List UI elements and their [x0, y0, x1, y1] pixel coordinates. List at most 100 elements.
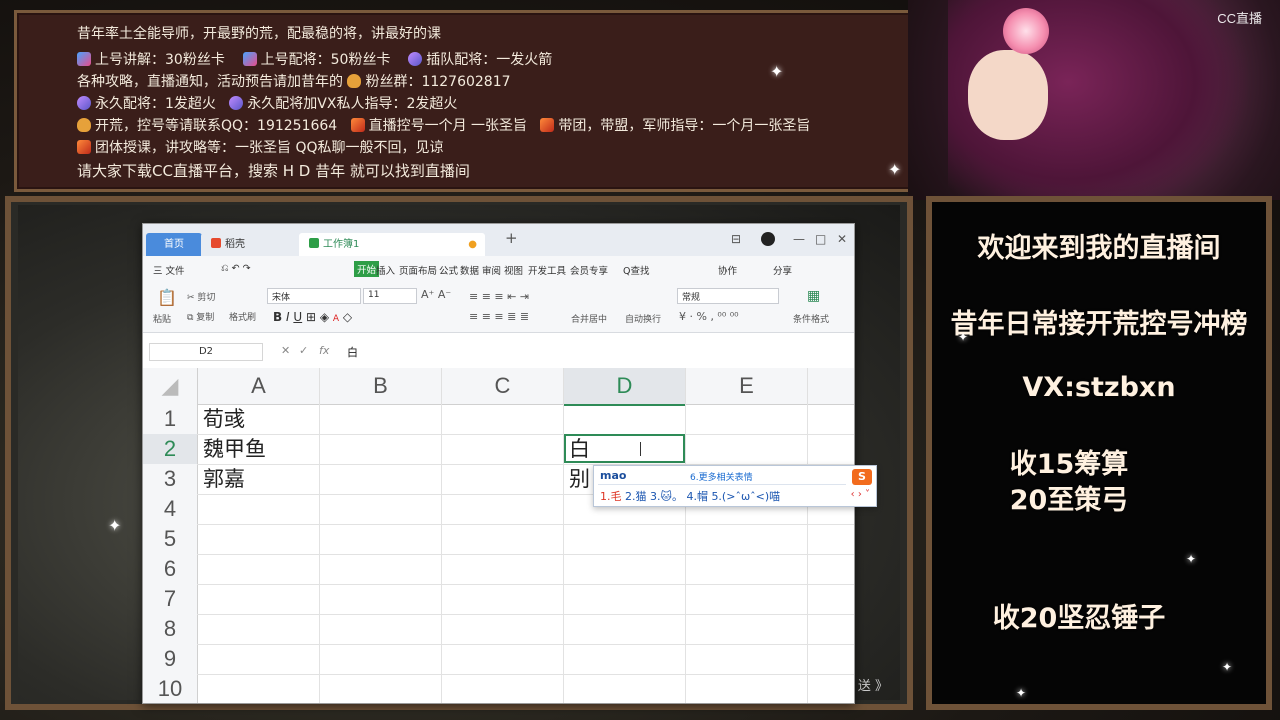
- fx-icon[interactable]: fx: [319, 344, 329, 357]
- font-size-select[interactable]: 11: [363, 288, 417, 304]
- wps-window: 首页 稻壳 工作簿1 ● + ⊟ — □ ✕ 三 文件 ⎌ ↶ ↷ 开始 插入 页…: [142, 223, 855, 704]
- banner-line: 开荒，控号等请联系QQ：191251664 直播控号一个月 一张圣旨 带团，带盟…: [77, 115, 810, 135]
- send-label: 送 》: [857, 679, 888, 694]
- menu-formula[interactable]: 公式: [439, 263, 458, 277]
- grid-line: [197, 584, 854, 585]
- share-button[interactable]: 分享: [773, 263, 792, 277]
- name-box[interactable]: D2: [149, 343, 263, 361]
- cell-A2[interactable]: 魏甲鱼: [203, 434, 266, 464]
- row-header[interactable]: 1: [143, 404, 198, 435]
- grid-line: [197, 644, 854, 645]
- row-header[interactable]: 3: [143, 464, 198, 495]
- select-all-corner[interactable]: ◢: [143, 368, 198, 405]
- sparkle-icon: ✦: [888, 160, 902, 179]
- confirm-icon[interactable]: ✓: [299, 344, 308, 357]
- collab-button[interactable]: 协作: [718, 263, 737, 277]
- grid-line: [197, 674, 854, 675]
- grid-line: [197, 554, 854, 555]
- font-family-select[interactable]: 宋体: [267, 288, 361, 304]
- divider: [598, 484, 846, 485]
- gourd-icon: [77, 118, 91, 132]
- character-face: [968, 50, 1048, 140]
- wrap-button[interactable]: 自动换行: [625, 312, 661, 325]
- menu-data[interactable]: 数据: [460, 263, 479, 277]
- title-bar: 首页 稻壳 工作簿1 ● + ⊟ — □ ✕: [143, 224, 854, 256]
- spreadsheet-grid[interactable]: ◢ A B C D E 1 2 3 4 5 6 7 8 9 10 荀彧 魏甲鱼 …: [143, 368, 854, 703]
- column-header[interactable]: C: [442, 368, 564, 405]
- cell-D3[interactable]: 别: [569, 464, 590, 494]
- number-format-select[interactable]: 常规: [677, 288, 779, 304]
- menu-bar: 三 文件 ⎌ ↶ ↷ 开始 插入 页面布局 公式 数据 审阅 视图 开发工具 会…: [143, 256, 854, 283]
- row-header[interactable]: 5: [143, 524, 198, 555]
- close-button[interactable]: ✕: [837, 232, 847, 246]
- copy-button[interactable]: ⧉ 复制: [187, 310, 214, 323]
- tab-home[interactable]: 首页: [146, 233, 202, 256]
- ime-candidates[interactable]: 1.毛 2.猫 3.🐱。 4.帽 5.(>ˆωˆ<)喵: [600, 488, 780, 504]
- sheet-icon: [309, 238, 319, 248]
- conditional-format-button[interactable]: 条件格式: [793, 312, 829, 325]
- menu-dev[interactable]: 开发工具: [528, 263, 566, 277]
- new-tab-button[interactable]: +: [505, 229, 518, 247]
- menu-view[interactable]: 视图: [504, 263, 523, 277]
- sparkle-icon: ✦: [1186, 552, 1197, 566]
- ime-candidate-popup[interactable]: mao 6.更多相关表情 S 1.毛 2.猫 3.🐱。 4.帽 5.(>ˆωˆ<…: [593, 465, 877, 507]
- character-portrait: CC直播: [908, 0, 1280, 200]
- number-format-icons[interactable]: ¥ · % ‚ ⁰⁰ ⁰⁰: [679, 310, 739, 323]
- row-header[interactable]: 6: [143, 554, 198, 585]
- cell-A3[interactable]: 郭嘉: [203, 464, 245, 494]
- docer-icon: [211, 238, 221, 248]
- font-grow-icon[interactable]: A⁺ A⁻: [421, 288, 451, 301]
- row-header[interactable]: 2: [143, 434, 198, 465]
- paste-button[interactable]: 粘贴: [153, 312, 171, 325]
- row-header[interactable]: 8: [143, 614, 198, 645]
- cell-D2[interactable]: 白: [569, 434, 590, 464]
- bold-italic-underline[interactable]: B I U ⊞ ◈ A ◇: [273, 310, 352, 324]
- formula-input[interactable]: 白: [347, 344, 358, 360]
- rocket-icon: [408, 52, 423, 66]
- grid-line: [197, 524, 854, 525]
- rocket-icon: [229, 96, 244, 110]
- tab-workbook[interactable]: 工作簿1 ●: [299, 233, 485, 256]
- menu-review[interactable]: 审阅: [482, 263, 501, 277]
- menu-file[interactable]: 三 文件: [153, 263, 185, 277]
- column-header[interactable]: [808, 368, 854, 405]
- row-header[interactable]: 9: [143, 644, 198, 675]
- maximize-button[interactable]: □: [815, 232, 826, 246]
- undo-icon[interactable]: ⎌ ↶ ↷: [221, 263, 251, 274]
- align-icons[interactable]: ≡ ≡ ≡ ⇤ ⇥: [469, 290, 529, 303]
- conditional-format-icon[interactable]: ▦: [807, 288, 820, 304]
- avatar[interactable]: [761, 232, 775, 246]
- minimize-button[interactable]: —: [793, 232, 805, 246]
- column-header[interactable]: D: [564, 368, 686, 406]
- column-header[interactable]: B: [320, 368, 442, 405]
- column-header[interactable]: E: [686, 368, 808, 405]
- menu-layout[interactable]: 页面布局: [399, 263, 437, 277]
- merge-button[interactable]: 合并居中: [571, 312, 607, 325]
- buy-text: 20至策弓: [1009, 485, 1129, 516]
- grid-line: [197, 434, 854, 435]
- edict-icon: [540, 118, 555, 132]
- ime-page-arrows[interactable]: ‹ › ˅: [851, 489, 870, 500]
- menu-insert[interactable]: 插入: [376, 263, 395, 277]
- layout-icon[interactable]: ⊟: [731, 232, 741, 246]
- paste-icon[interactable]: 📋: [157, 288, 177, 307]
- row-header[interactable]: 10: [143, 674, 198, 703]
- cut-button[interactable]: ✂ 剪切: [187, 290, 215, 303]
- cell-A1[interactable]: 荀彧: [203, 404, 245, 434]
- row-header[interactable]: 4: [143, 494, 198, 525]
- banner-line: 各种攻略，直播通知，活动预告请加昔年的 粉丝群：1127602817: [77, 74, 511, 90]
- banner-line: 上号讲解：30粉丝卡 上号配将：50粉丝卡 插队配将：一发火箭: [77, 49, 552, 69]
- search-button[interactable]: Q查找: [623, 263, 649, 277]
- format-painter-button[interactable]: 格式刷: [229, 310, 256, 323]
- column-header[interactable]: A: [198, 368, 320, 405]
- cancel-icon[interactable]: ✕: [281, 344, 290, 357]
- sparkle-icon: ✦: [1222, 660, 1233, 674]
- align-icons[interactable]: ≡ ≡ ≡ ≣ ≣: [469, 310, 529, 323]
- rocket-icon: [77, 96, 91, 110]
- gourd-icon: [347, 74, 362, 88]
- row-header[interactable]: 7: [143, 584, 198, 615]
- formula-bar: D2 ✕ ✓ fx 白: [143, 340, 854, 362]
- ime-more-emoji[interactable]: 6.更多相关表情: [690, 470, 753, 483]
- tab-docer[interactable]: 稻壳: [201, 233, 285, 256]
- menu-vip[interactable]: 会员专享: [570, 263, 608, 277]
